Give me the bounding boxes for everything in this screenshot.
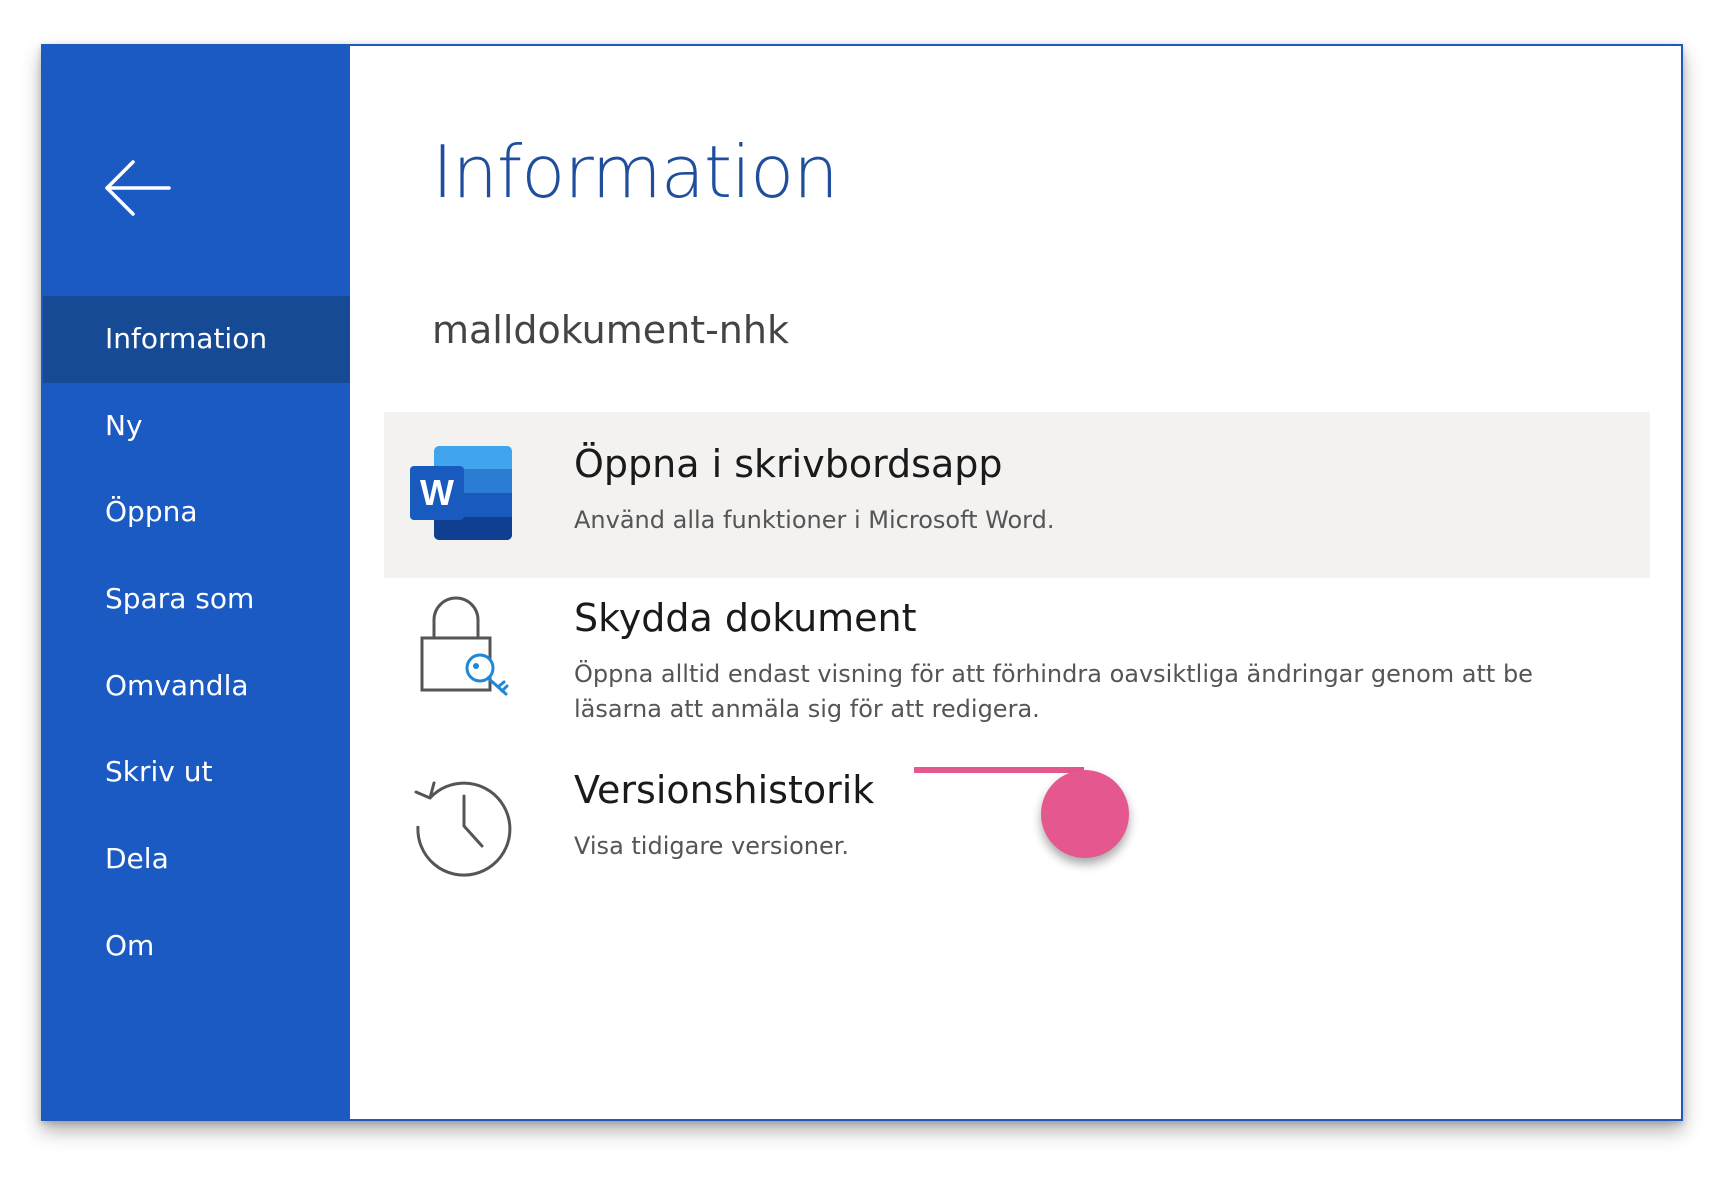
word-app-icon: W (410, 446, 512, 540)
open-in-desktop-app-button[interactable]: W Öppna i skrivbordsapp Använd alla funk… (384, 412, 1650, 578)
callout-line (914, 767, 1084, 773)
sidebar-item-om[interactable]: Om (43, 903, 350, 990)
sidebar-item-oppna[interactable]: Öppna (43, 469, 350, 556)
document-name: malldokument-nhk (432, 308, 789, 352)
sidebar-item-skriv-ut[interactable]: Skriv ut (43, 729, 350, 816)
action-description: Öppna alltid endast visning för att förh… (574, 660, 1533, 723)
svg-text:W: W (420, 472, 454, 513)
history-clock-icon (414, 781, 512, 877)
sidebar-item-dela[interactable]: Dela (43, 816, 350, 903)
sidebar-item-omvandla[interactable]: Omvandla (43, 643, 350, 730)
sidebar-nav: Information Ny Öppna Spara som Omvandla … (43, 296, 350, 990)
callout-dot (1041, 770, 1129, 858)
action-title: Versionshistorik (574, 768, 875, 812)
screenshot-stage: Information Ny Öppna Spara som Omvandla … (0, 0, 1724, 1185)
action-description: Visa tidigare versioner. (574, 832, 850, 860)
backstage-window: Information Ny Öppna Spara som Omvandla … (41, 44, 1683, 1121)
version-history-button[interactable]: Versionshistorik Visa tidigare versioner… (384, 748, 1650, 918)
main-panel: Information malldokument-nhk W Öppna i s… (350, 46, 1681, 1119)
action-title: Öppna i skrivbordsapp (574, 442, 1003, 486)
sidebar-item-spara-som[interactable]: Spara som (43, 556, 350, 643)
protect-document-button[interactable]: Skydda dokument Öppna alltid endast visn… (384, 578, 1650, 748)
arrow-left-icon (105, 160, 171, 216)
action-title: Skydda dokument (574, 596, 917, 640)
sidebar-item-information[interactable]: Information (43, 296, 350, 383)
sidebar-item-ny[interactable]: Ny (43, 383, 350, 470)
page-title: Information (432, 130, 839, 214)
lock-key-icon (420, 596, 509, 696)
sidebar: Information Ny Öppna Spara som Omvandla … (43, 46, 350, 1119)
action-description: Använd alla funktioner i Microsoft Word. (574, 506, 1055, 534)
back-button[interactable] (99, 148, 179, 228)
